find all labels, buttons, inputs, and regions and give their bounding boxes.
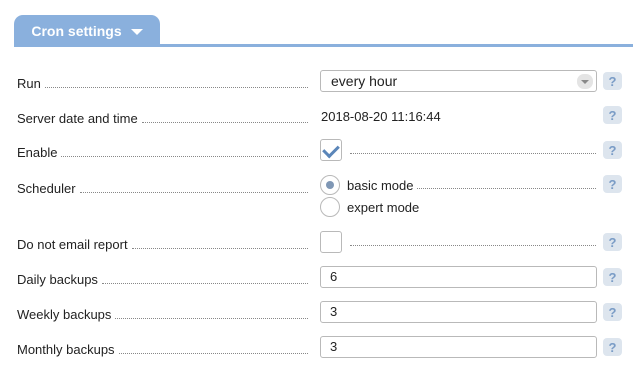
help-icon[interactable]: ? <box>603 338 622 356</box>
row-run: Run every hour ? <box>0 70 633 94</box>
enable-checkbox[interactable] <box>320 139 342 161</box>
dotted-leader <box>141 122 308 123</box>
dotted-leader <box>79 192 308 193</box>
weekly-backups-label: Weekly backups <box>17 306 308 322</box>
run-select[interactable]: every hour <box>320 70 597 92</box>
dotted-leader <box>44 87 308 88</box>
radio-button[interactable] <box>320 175 340 195</box>
dotted-leader <box>118 353 308 354</box>
row-daily-backups: Daily backups 6 ? <box>0 266 633 290</box>
radio-expert-mode[interactable]: expert mode <box>320 197 596 217</box>
radio-expert-mode-label: expert mode <box>347 199 420 215</box>
monthly-backups-label: Monthly backups <box>17 341 308 357</box>
row-scheduler: Scheduler basic mode expert mode ? <box>0 175 633 219</box>
server-time-label: Server date and time <box>17 110 308 126</box>
row-weekly-backups: Weekly backups 3 ? <box>0 301 633 325</box>
help-icon[interactable]: ? <box>603 106 622 124</box>
dotted-leader <box>350 245 596 246</box>
dotted-leader <box>350 153 596 154</box>
row-no-email: Do not email report ? <box>0 231 633 255</box>
dotted-leader <box>115 318 308 319</box>
weekly-backups-input[interactable]: 3 <box>320 301 597 323</box>
help-icon[interactable]: ? <box>603 303 622 321</box>
dotted-leader <box>61 156 308 157</box>
help-icon[interactable]: ? <box>603 175 622 193</box>
radio-button[interactable] <box>320 197 340 217</box>
dotted-leader <box>131 248 308 249</box>
row-monthly-backups: Monthly backups 3 ? <box>0 336 633 360</box>
dotted-leader <box>417 187 596 189</box>
chevron-down-icon <box>130 28 143 35</box>
scheduler-label: Scheduler <box>17 180 308 196</box>
tab-bar: Cron settings <box>0 0 633 48</box>
row-server-time: Server date and time 2018-08-20 11:16:44… <box>0 105 633 129</box>
run-label: Run <box>17 75 308 91</box>
row-enable: Enable ? <box>0 139 633 163</box>
radio-basic-mode-label: basic mode <box>347 177 414 193</box>
run-select-value: every hour <box>331 73 398 89</box>
daily-backups-label: Daily backups <box>17 271 308 287</box>
help-icon[interactable]: ? <box>603 233 622 251</box>
tab-underline <box>14 44 633 47</box>
server-time-value: 2018-08-20 11:16:44 <box>321 109 441 124</box>
tab-cron-settings[interactable]: Cron settings <box>14 15 160 46</box>
help-icon[interactable]: ? <box>603 268 622 286</box>
help-icon[interactable]: ? <box>603 141 622 159</box>
daily-backups-input[interactable]: 6 <box>320 266 597 288</box>
enable-label: Enable <box>17 144 308 160</box>
chevron-down-icon <box>577 74 593 89</box>
no-email-checkbox[interactable] <box>320 231 342 253</box>
monthly-backups-input[interactable]: 3 <box>320 336 597 358</box>
dotted-leader <box>101 283 308 284</box>
no-email-label: Do not email report <box>17 236 308 252</box>
help-icon[interactable]: ? <box>603 72 622 90</box>
tab-label: Cron settings <box>31 22 122 39</box>
radio-basic-mode[interactable]: basic mode <box>320 175 596 195</box>
